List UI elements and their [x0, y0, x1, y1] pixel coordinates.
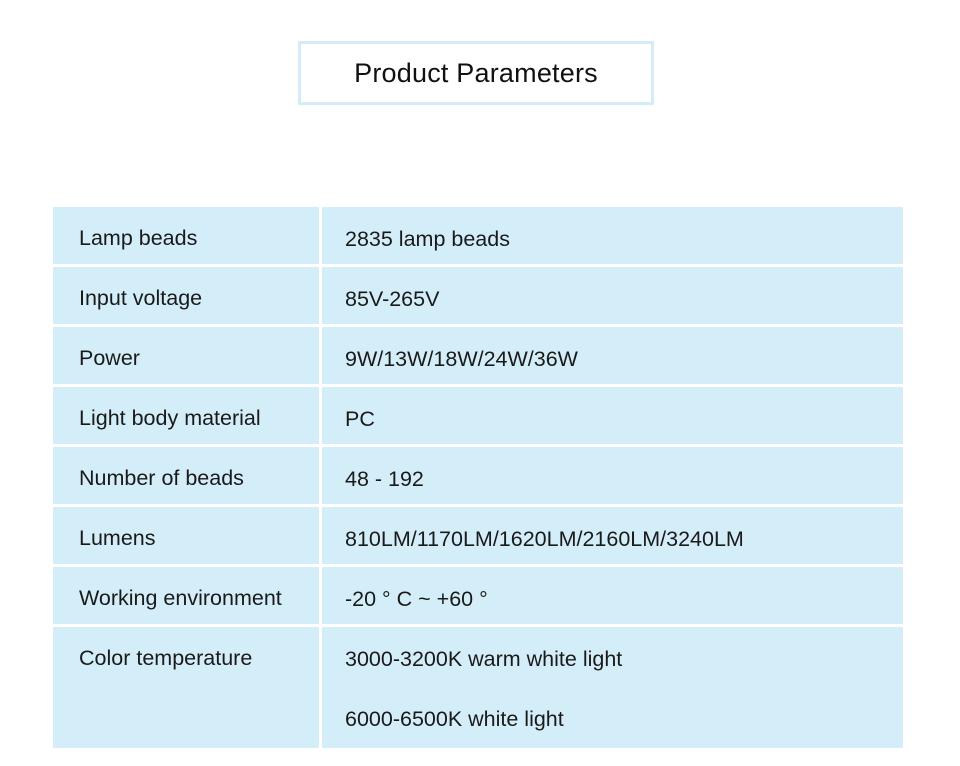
parameter-table: Lamp beads 2835 lamp beads Input voltage…	[53, 207, 903, 748]
row-value: 2835 lamp beads	[322, 207, 903, 264]
row-label: Input voltage	[53, 267, 319, 324]
row-value-text: 48 - 192	[345, 467, 424, 491]
row-value: PC	[322, 387, 903, 444]
section-title-box: Product Parameters	[298, 41, 654, 105]
row-label: Number of beads	[53, 447, 319, 504]
row-value: 9W/13W/18W/24W/36W	[322, 327, 903, 384]
table-row-light-body-material: Light body material PC	[53, 387, 903, 444]
section-title: Product Parameters	[354, 57, 598, 88]
table-row-lamp-beads: Lamp beads 2835 lamp beads	[53, 207, 903, 264]
row-label: Color temperature	[53, 627, 319, 748]
row-value-text: 6000-6500K white light	[345, 707, 564, 731]
row-value: 3000-3200K warm white light 6000-6500K w…	[322, 627, 903, 748]
row-value-text: 85V-265V	[345, 287, 440, 311]
row-value-text: -20 ° C ~ +60 °	[345, 587, 488, 611]
table-row-lumens: Lumens 810LM/1170LM/1620LM/2160LM/3240LM	[53, 507, 903, 564]
row-label: Light body material	[53, 387, 319, 444]
row-value-text: 9W/13W/18W/24W/36W	[345, 347, 578, 371]
row-label: Lumens	[53, 507, 319, 564]
row-value: 810LM/1170LM/1620LM/2160LM/3240LM	[322, 507, 903, 564]
row-value: 85V-265V	[322, 267, 903, 324]
table-row-power: Power 9W/13W/18W/24W/36W	[53, 327, 903, 384]
table-row-working-environment: Working environment -20 ° C ~ +60 °	[53, 567, 903, 624]
row-label: Working environment	[53, 567, 319, 624]
row-value-text: 810LM/1170LM/1620LM/2160LM/3240LM	[345, 527, 744, 551]
table-row-color-temperature: Color temperature 3000-3200K warm white …	[53, 627, 903, 748]
row-value: -20 ° C ~ +60 °	[322, 567, 903, 624]
table-row-input-voltage: Input voltage 85V-265V	[53, 267, 903, 324]
table-row-number-of-beads: Number of beads 48 - 192	[53, 447, 903, 504]
row-value-text: PC	[345, 407, 375, 431]
row-value: 48 - 192	[322, 447, 903, 504]
row-value-text: 2835 lamp beads	[345, 227, 510, 251]
row-label: Lamp beads	[53, 207, 319, 264]
row-label: Power	[53, 327, 319, 384]
row-value-text: 3000-3200K warm white light	[345, 647, 623, 671]
